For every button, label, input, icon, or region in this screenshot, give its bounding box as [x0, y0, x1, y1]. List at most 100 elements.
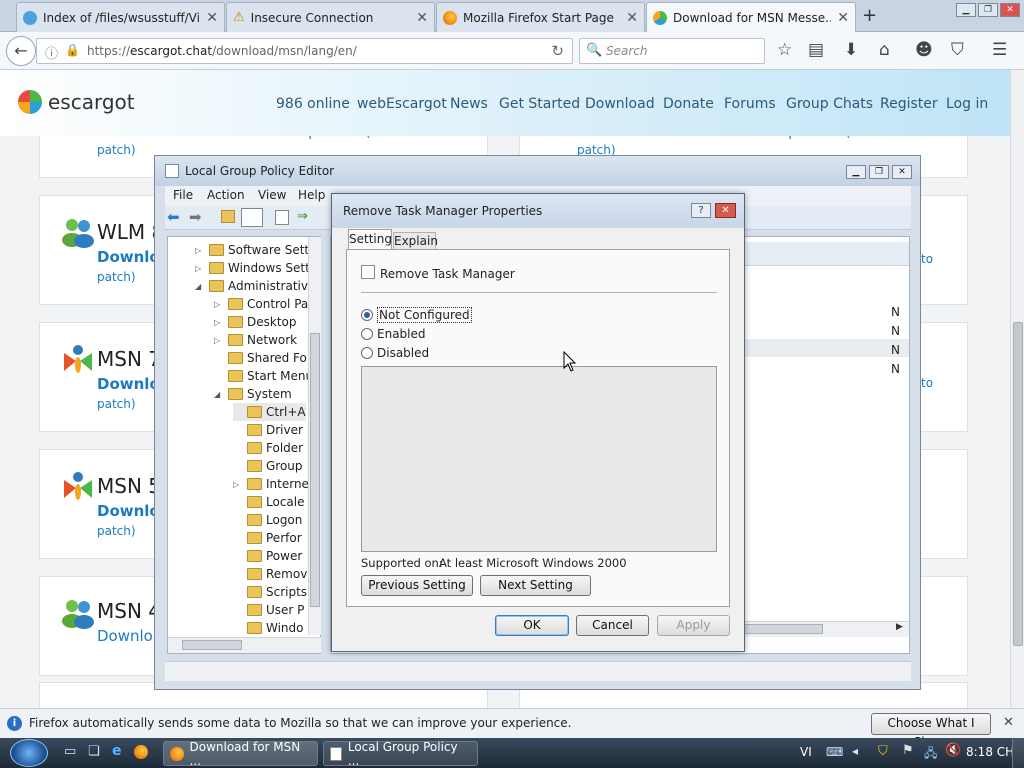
choose-what-i-share-button[interactable]: Choose What I Share	[871, 713, 991, 749]
export-list-icon[interactable]: ⇒	[297, 209, 308, 224]
scrollbar-thumb[interactable]	[182, 640, 242, 650]
info-icon[interactable]: ⓘ	[45, 43, 58, 62]
page-scrollbar[interactable]	[1010, 70, 1024, 708]
volume-muted-icon[interactable]: 🔇	[945, 743, 961, 758]
menu-action[interactable]: Action	[207, 188, 245, 202]
reload-icon[interactable]: ↻	[551, 42, 564, 60]
dialog-titlebar[interactable]: Remove Task Manager Properties ? ✕	[332, 194, 744, 228]
nav-download[interactable]: Download	[585, 96, 655, 112]
tree-item[interactable]: ▷ Desktop	[214, 313, 297, 331]
how-to-link[interactable]: to	[921, 376, 933, 390]
tree-item[interactable]: Perfor	[233, 529, 302, 547]
expand-arrow-icon[interactable]: ▷	[214, 318, 224, 327]
patch-link[interactable]: patch)	[97, 143, 136, 157]
show-hide-tree-icon[interactable]	[241, 208, 263, 227]
tree-item[interactable]: Group	[233, 457, 303, 475]
url-bar[interactable]: ⓘ 🔒 https://escargot.chat/download/msn/l…	[36, 38, 573, 64]
menu-help[interactable]: Help	[298, 188, 325, 202]
menu-file[interactable]: File	[173, 188, 193, 202]
radio-button[interactable]	[361, 309, 373, 321]
tree-item[interactable]: Windo	[233, 619, 304, 637]
download-link[interactable]: Downloa	[97, 627, 162, 645]
tree-item[interactable]: ▷ Windows Sett	[195, 259, 308, 277]
expand-arrow-icon[interactable]: ▷	[214, 300, 224, 309]
maximize-button[interactable]: ❐	[869, 165, 889, 179]
tree-item[interactable]: ▷ Control Pa	[214, 295, 308, 313]
radio-enabled[interactable]: Enabled	[361, 327, 426, 341]
url-text[interactable]: https://escargot.chat/download/msn/lang/…	[87, 44, 357, 58]
close-tab-icon[interactable]: ✕	[837, 10, 849, 26]
nav-register[interactable]: Register	[880, 96, 938, 112]
expand-arrow-icon[interactable]: ▷	[195, 246, 205, 255]
nav-news[interactable]: News	[450, 96, 488, 112]
tree-item[interactable]: Power	[233, 547, 302, 565]
tree-hscrollbar[interactable]	[168, 637, 321, 653]
tab-explain[interactable]: Explain	[393, 232, 438, 250]
scrollbar-thumb[interactable]	[310, 333, 320, 607]
close-tab-icon[interactable]: ✕	[416, 10, 428, 26]
close-window-button[interactable]: ✕	[1000, 3, 1020, 17]
close-tab-icon[interactable]: ✕	[206, 10, 218, 26]
tree-item[interactable]: User P	[233, 601, 304, 619]
clock[interactable]: 8:18 CH	[966, 745, 1014, 759]
close-notification-icon[interactable]: ✕	[1003, 715, 1014, 730]
minimize-button[interactable]: ▁	[956, 3, 976, 17]
download-icon[interactable]: ⬇	[844, 40, 858, 60]
nav-get-started[interactable]: Get Started	[499, 96, 580, 112]
tree-item[interactable]: ▷ Interne	[233, 475, 308, 493]
patch-link[interactable]: patch)	[97, 524, 136, 538]
chat-icon[interactable]: ☻	[915, 40, 933, 60]
internet-explorer-icon[interactable]: e	[112, 743, 122, 759]
expand-arrow-icon[interactable]: ▷	[214, 336, 224, 345]
switch-windows-icon[interactable]: ❏	[88, 744, 100, 759]
show-desktop-button[interactable]	[1012, 738, 1024, 768]
download-link[interactable]: Downlo	[97, 248, 160, 266]
forward-arrow-icon[interactable]: ➡	[189, 208, 202, 226]
expand-arrow-icon[interactable]: ▷	[233, 480, 243, 489]
start-orb-icon[interactable]	[10, 739, 48, 767]
show-desktop-icon[interactable]: ▭	[64, 744, 76, 759]
language-indicator[interactable]: VI	[800, 745, 812, 759]
new-tab-button[interactable]: +	[862, 5, 877, 26]
pocket-icon[interactable]: ⛉	[951, 40, 964, 60]
reading-list-icon[interactable]: ▤	[808, 40, 824, 60]
tree-item[interactable]: Ctrl+A	[233, 403, 306, 421]
tree-item[interactable]: ▷ Software Setti	[195, 241, 308, 259]
nav-log-in[interactable]: Log in	[946, 96, 988, 112]
tree-item[interactable]: ◢ System	[214, 385, 292, 403]
back-button[interactable]: ←	[6, 36, 36, 66]
collapse-arrow-icon[interactable]: ◢	[214, 390, 224, 399]
tree-item[interactable]: Folder	[233, 439, 303, 457]
minimize-button[interactable]: ▁	[846, 165, 866, 179]
keyboard-icon[interactable]: ⌨	[826, 745, 843, 759]
tree-item[interactable]: Locale	[233, 493, 304, 511]
tab-setting[interactable]: Setting	[348, 229, 392, 250]
tab-download-msn[interactable]: Download for MSN Messe... ✕	[646, 2, 856, 33]
firefox-quicklaunch-icon[interactable]	[134, 745, 148, 759]
home-icon[interactable]: ⌂	[879, 40, 890, 60]
tab-insecure-connection[interactable]: ⚠ Insecure Connection ✕	[226, 2, 435, 32]
help-button[interactable]: ?	[691, 203, 711, 218]
tree-item[interactable]: ◢ Administrativ	[195, 277, 308, 295]
collapse-arrow-icon[interactable]: ◢	[195, 282, 205, 291]
tree-item[interactable]: Logon	[233, 511, 302, 529]
security-shield-icon[interactable]: ⛉	[878, 744, 888, 759]
bookmark-star-icon[interactable]: ☆	[777, 40, 792, 60]
menu-view[interactable]: View	[258, 188, 286, 202]
restore-button[interactable]: ❐	[978, 3, 998, 17]
back-arrow-icon[interactable]: ⬅	[167, 208, 180, 226]
taskbar-group-policy[interactable]: Local Group Policy ...	[323, 740, 478, 768]
scrollbar-thumb[interactable]	[1013, 322, 1023, 646]
tree-item[interactable]: Remov	[233, 565, 307, 583]
scrollbar-thumb[interactable]	[743, 624, 823, 634]
nav-webescargot[interactable]: webEscargot	[357, 96, 447, 112]
apply-button[interactable]: Apply	[657, 615, 730, 636]
search-box[interactable]: 🔍 Search	[579, 38, 765, 64]
tree-vscrollbar[interactable]	[308, 237, 321, 635]
gpe-titlebar[interactable]: Local Group Policy Editor ▁ ❐ ✕	[155, 156, 920, 186]
taskbar-firefox[interactable]: Download for MSN ...	[163, 740, 318, 768]
tree-item[interactable]: Start Menu	[214, 367, 308, 385]
escargot-logo[interactable]: escargot	[18, 90, 135, 114]
expand-arrow-icon[interactable]: ▷	[195, 264, 205, 273]
tree-item[interactable]: Driver	[233, 421, 303, 439]
